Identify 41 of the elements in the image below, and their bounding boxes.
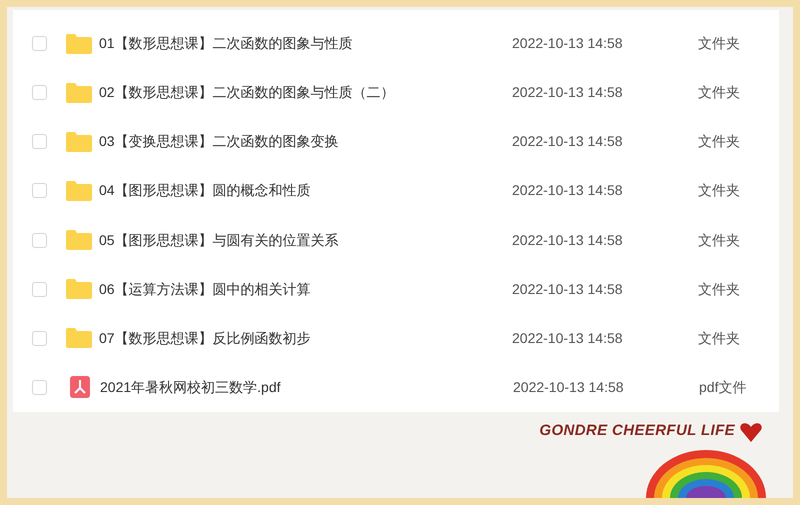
file-name[interactable]: 06【运算方法课】圆中的相关计算 bbox=[99, 278, 512, 300]
modified-date: 2022-10-13 14:58 bbox=[512, 230, 624, 250]
file-name[interactable]: 04【图形思想课】圆的概念和性质 bbox=[99, 180, 512, 202]
modified-date: 2022-10-13 14:58 bbox=[512, 34, 624, 54]
file-type: 文件夹 bbox=[698, 230, 740, 250]
file-name[interactable]: 02【数形思想课】二次函数的图象与性质（二） bbox=[99, 82, 512, 104]
checkbox[interactable] bbox=[32, 232, 47, 248]
checkbox[interactable] bbox=[32, 282, 47, 297]
folder-icon bbox=[66, 328, 92, 348]
file-name[interactable]: 05【图形思想课】与圆有关的位置关系 bbox=[99, 230, 512, 251]
modified-date: 2022-10-13 14:58 bbox=[512, 83, 624, 102]
file-name[interactable]: 07【数形思想课】反比例函数初步 bbox=[99, 328, 512, 349]
folder-icon bbox=[66, 82, 92, 103]
file-type: 文件夹 bbox=[698, 34, 740, 54]
checkbox[interactable] bbox=[32, 183, 47, 198]
checkbox[interactable] bbox=[32, 36, 47, 52]
folder-icon bbox=[66, 180, 92, 201]
modified-date: 2022-10-13 14:58 bbox=[513, 378, 625, 397]
file-type: 文件夹 bbox=[698, 83, 740, 102]
frame-caption: GONDRE CHEERFUL LIFE bbox=[539, 421, 735, 441]
checkbox[interactable] bbox=[32, 330, 47, 346]
modified-date: 2022-10-13 14:58 bbox=[512, 132, 624, 152]
folder-icon bbox=[66, 132, 92, 152]
file-name[interactable]: 03【变换思想课】二次函数的图象变换 bbox=[99, 131, 512, 152]
pdf-file-icon bbox=[70, 376, 90, 398]
modified-date: 2022-10-13 14:58 bbox=[512, 280, 624, 299]
folder-icon bbox=[66, 34, 92, 54]
file-name[interactable]: 01【数形思想课】二次函数的图象与性质 bbox=[99, 33, 512, 54]
file-type: 文件夹 bbox=[698, 328, 740, 348]
file-type: 文件夹 bbox=[698, 280, 740, 299]
file-type: 文件夹 bbox=[698, 181, 740, 200]
file-type: pdf文件 bbox=[699, 378, 746, 397]
file-name[interactable]: 2021年暑秋网校初三数学.pdf bbox=[100, 376, 513, 398]
folder-icon bbox=[66, 279, 92, 300]
checkbox[interactable] bbox=[32, 134, 47, 150]
checkbox[interactable] bbox=[32, 380, 47, 395]
folder-icon bbox=[66, 230, 92, 250]
checkbox[interactable] bbox=[32, 85, 47, 100]
modified-date: 2022-10-13 14:58 bbox=[512, 328, 624, 348]
file-type: 文件夹 bbox=[698, 132, 740, 152]
modified-date: 2022-10-13 14:58 bbox=[512, 181, 624, 200]
